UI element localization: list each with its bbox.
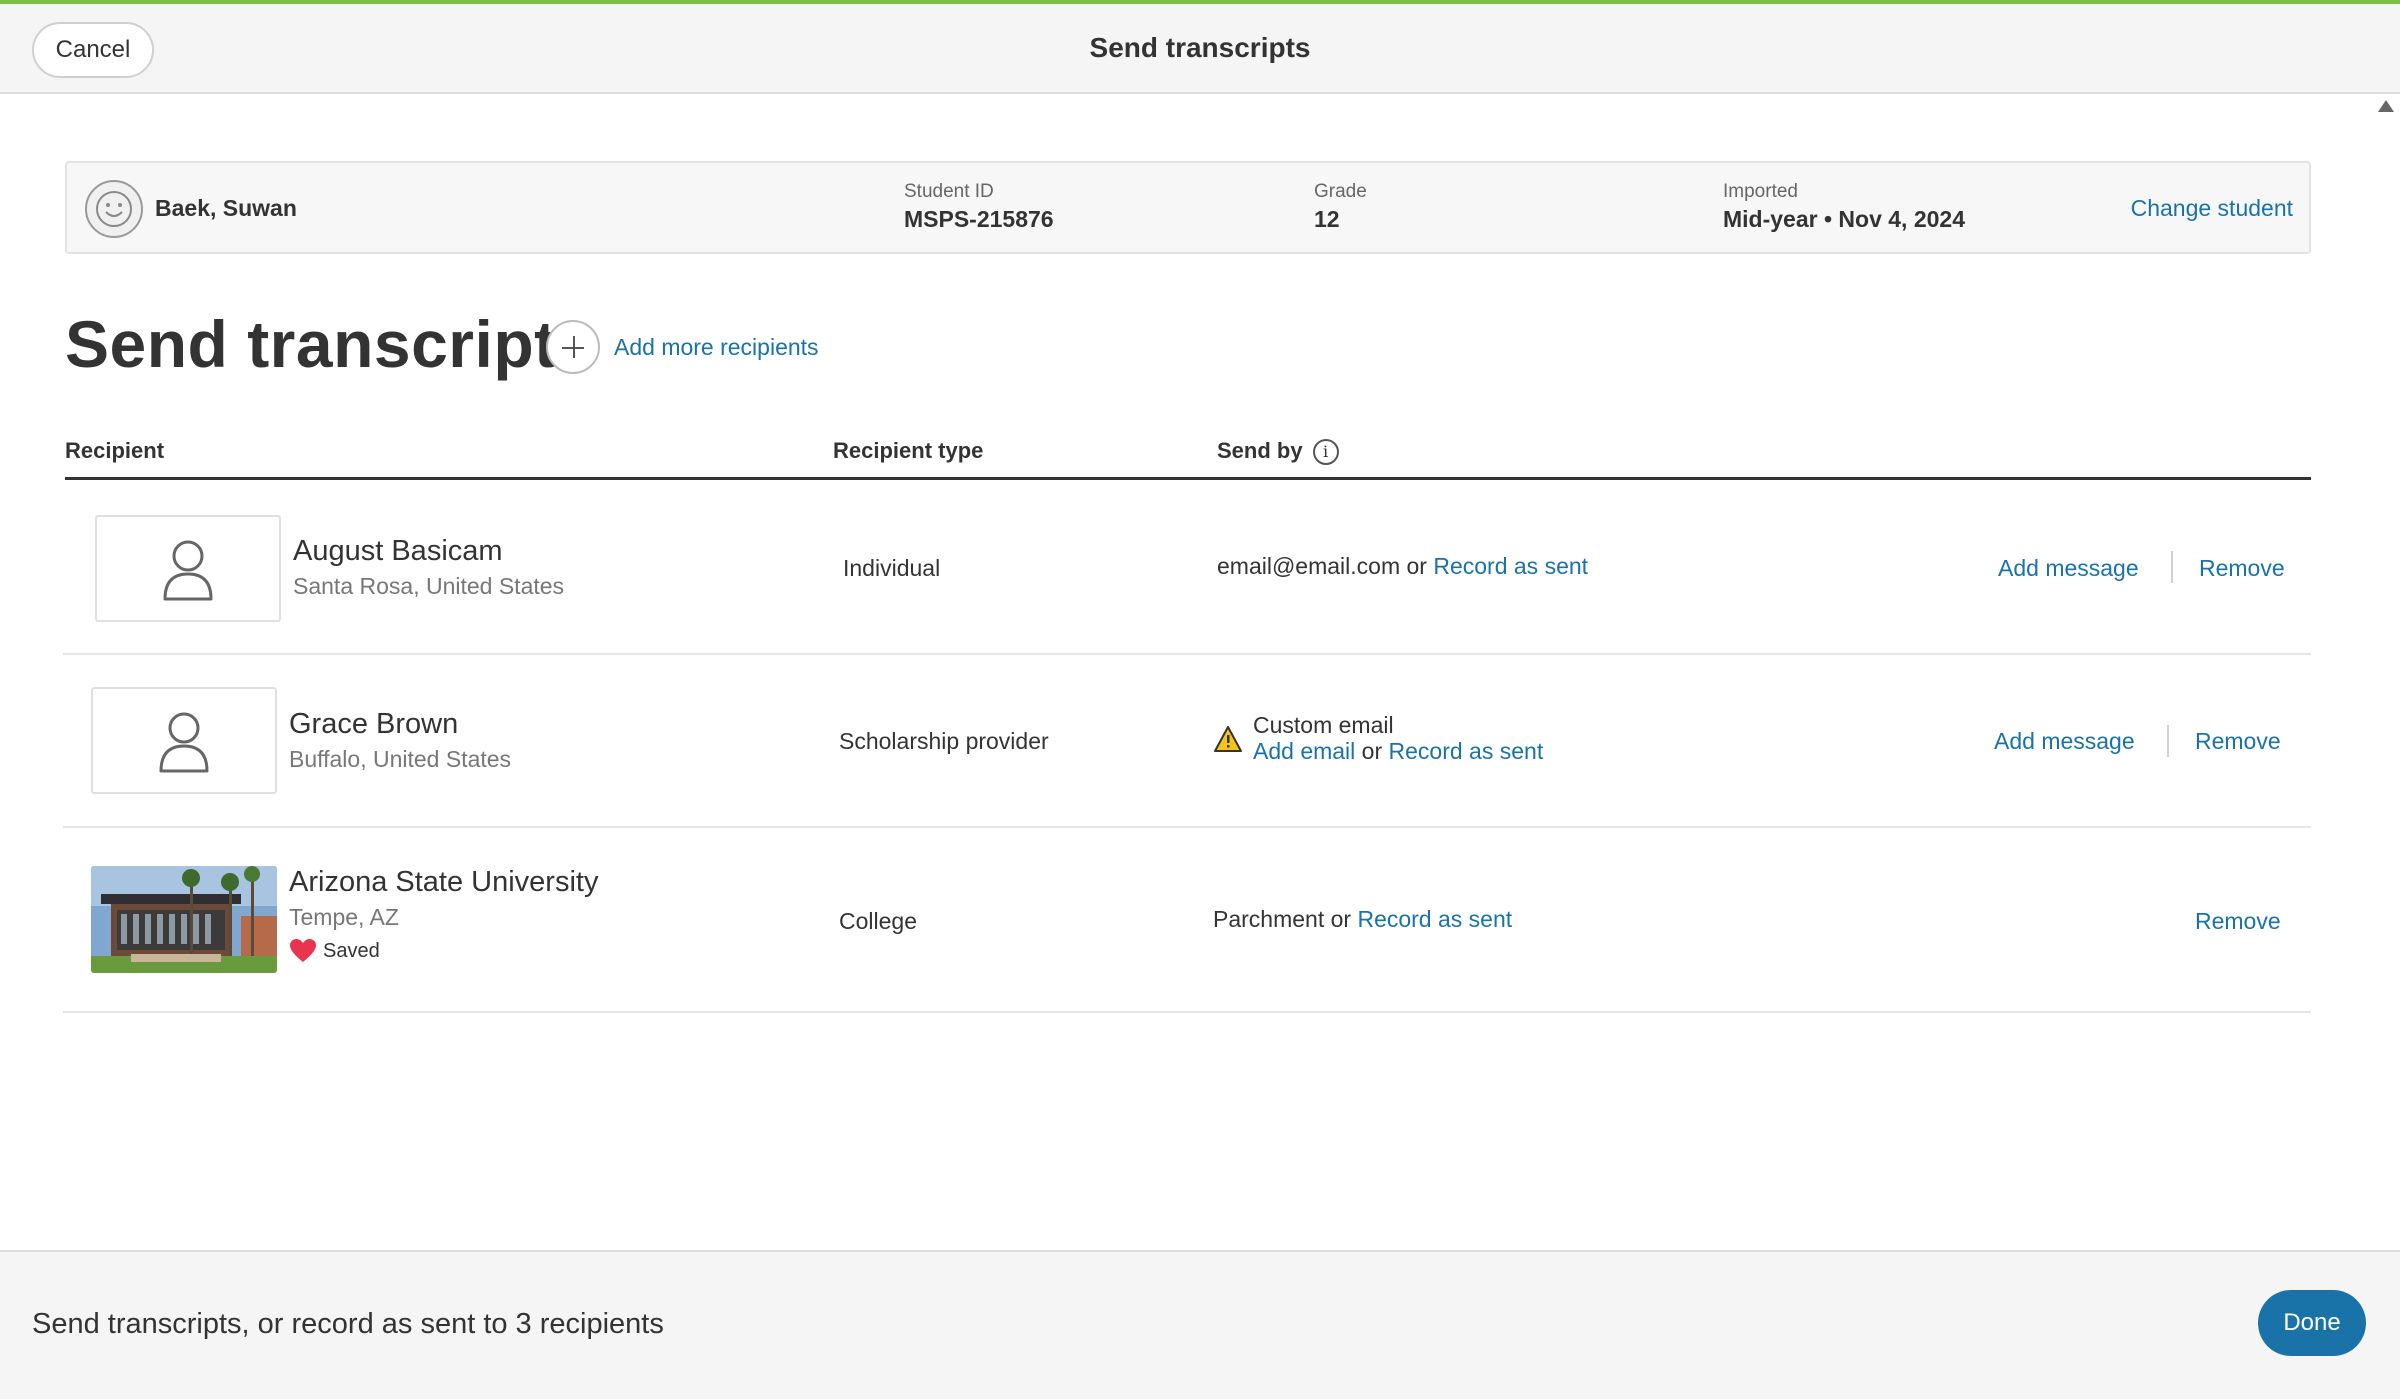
recipient-type: College (839, 908, 917, 934)
table-row: Arizona State University Tempe, AZ Saved… (63, 828, 2311, 1013)
action-divider (2167, 725, 2169, 757)
add-more-recipients-label[interactable]: Add more recipients (614, 334, 819, 361)
action-divider (2171, 551, 2173, 583)
add-email-link[interactable]: Add email (1253, 738, 1355, 764)
modal-title: Send transcripts (1089, 32, 1311, 63)
student-summary-card: Baek, Suwan Student ID MSPS-215876 Grade… (65, 161, 2311, 254)
send-method: Parchment (1213, 906, 1325, 932)
table-row: August Basicam Santa Rosa, United States… (63, 483, 2311, 655)
send-by-cell: email@email.com or Record as sent (1217, 553, 1588, 580)
grade-label: Grade (1314, 181, 1367, 202)
footer-summary: Send transcripts, or record as sent to 3… (32, 1308, 664, 1340)
smiley-face-icon (85, 180, 143, 238)
recipient-name: Grace Brown (289, 708, 459, 740)
student-id-label: Student ID (904, 181, 994, 202)
college-photo (91, 866, 277, 973)
person-icon (95, 515, 281, 622)
saved-badge: Saved (289, 938, 380, 964)
send-by-cell: Parchment or Record as sent (1213, 906, 1512, 933)
recipient-name: Arizona State University (289, 866, 599, 898)
student-id-block: Student ID MSPS-215876 (904, 181, 1054, 233)
imported-block: Imported Mid-year • Nov 4, 2024 (1723, 181, 1965, 233)
add-more-recipients-button[interactable]: Add more recipients (546, 320, 819, 374)
scroll-up-arrow-icon[interactable] (2378, 100, 2394, 112)
recipient-name: August Basicam (293, 535, 503, 567)
column-header-recipient: Recipient (65, 438, 165, 463)
imported-value: Mid-year • Nov 4, 2024 (1723, 206, 1965, 232)
modal-footer: Send transcripts, or record as sent to 3… (0, 1250, 2400, 1399)
imported-label: Imported (1723, 181, 1798, 202)
heart-icon (290, 939, 316, 962)
recipient-type: Scholarship provider (839, 728, 1049, 754)
recipient-location: Santa Rosa, United States (293, 573, 565, 599)
person-icon (91, 687, 277, 794)
recipient-location: Tempe, AZ (289, 904, 399, 930)
send-email: email@email.com (1217, 553, 1401, 579)
record-as-sent-link[interactable]: Record as sent (1357, 906, 1512, 932)
or-text: or (1361, 738, 1383, 764)
plus-icon[interactable] (546, 320, 600, 374)
send-by-cell: Add email or Record as sent (1253, 738, 1543, 765)
grade-block: Grade 12 (1314, 181, 1367, 233)
send-by-label: Send by (1217, 438, 1303, 463)
student-id-value: MSPS-215876 (904, 206, 1054, 232)
warning-icon (1213, 725, 1243, 758)
column-header-recipient-type: Recipient type (833, 438, 984, 463)
record-as-sent-link[interactable]: Record as sent (1389, 738, 1544, 764)
remove-link[interactable]: Remove (2199, 555, 2285, 582)
change-student-link[interactable]: Change student (2131, 195, 2293, 222)
remove-link[interactable]: Remove (2195, 728, 2281, 755)
saved-label: Saved (323, 939, 380, 962)
column-header-send-by: Send by i (1217, 438, 1339, 466)
table-row: Grace Brown Buffalo, United States Schol… (63, 655, 2311, 828)
record-as-sent-link[interactable]: Record as sent (1433, 553, 1588, 579)
student-name: Baek, Suwan (155, 195, 297, 221)
modal-header: Cancel Send transcripts (0, 4, 2400, 94)
page-title: Send transcript (65, 307, 557, 381)
done-button[interactable]: Done (2258, 1290, 2366, 1356)
info-icon[interactable]: i (1312, 439, 1339, 466)
recipients-table-header: Recipient Recipient type Send by i (65, 430, 2311, 480)
recipient-location: Buffalo, United States (289, 746, 512, 772)
custom-email-title: Custom email (1253, 712, 1394, 738)
remove-link[interactable]: Remove (2195, 908, 2281, 935)
recipient-type: Individual (843, 555, 941, 581)
add-message-link[interactable]: Add message (1994, 728, 2135, 755)
add-message-link[interactable]: Add message (1998, 555, 2139, 582)
or-text: or (1330, 906, 1352, 932)
grade-value: 12 (1314, 206, 1340, 232)
or-text: or (1406, 553, 1427, 579)
